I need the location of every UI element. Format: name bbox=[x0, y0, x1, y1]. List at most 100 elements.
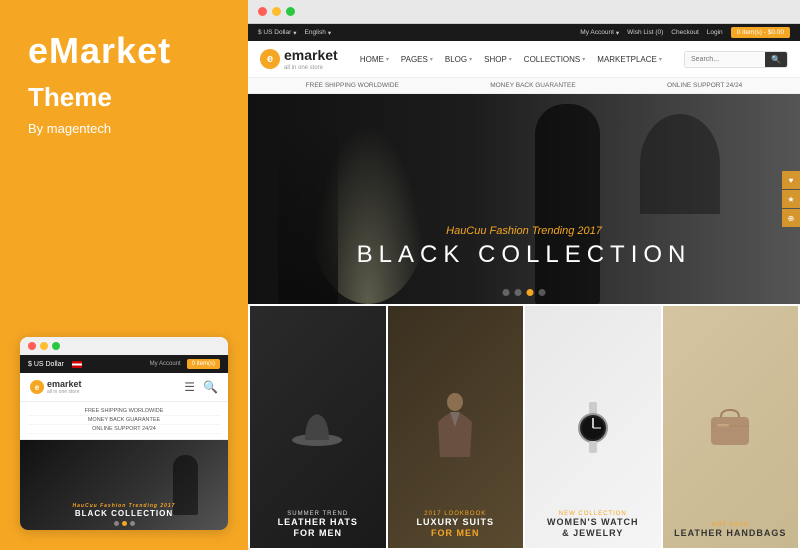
hero-script-text: HauCuu Fashion Trending 2017 bbox=[357, 225, 692, 237]
mobile-topbar-left: $ US Dollar bbox=[28, 361, 82, 368]
topbar-left: $ US Dollar ▾ English ▾ bbox=[258, 29, 331, 37]
menu-marketplace[interactable]: MARKETPLACE ▾ bbox=[597, 55, 662, 64]
hero-dot-3[interactable] bbox=[527, 289, 534, 296]
mobile-nav-icons[interactable]: ☰ 🔍 bbox=[184, 380, 218, 394]
minimize-dot bbox=[40, 342, 48, 350]
logo-icon: e bbox=[260, 49, 280, 69]
site-tagline-bar: FREE SHIPPING WORLDWIDE MONEY BACK GUARA… bbox=[248, 78, 800, 94]
menu-blog[interactable]: BLOG ▾ bbox=[445, 55, 472, 64]
mobile-tagline-2: MONEY BACK GUARANTEE bbox=[28, 416, 220, 425]
language-selector[interactable]: English ▾ bbox=[305, 29, 332, 37]
lang-chevron: ▾ bbox=[328, 29, 331, 37]
home-chevron: ▾ bbox=[386, 56, 389, 63]
hero-dot-4[interactable] bbox=[539, 289, 546, 296]
mobile-tagline-1: FREE SHIPPING WORLDWIDE bbox=[28, 407, 220, 416]
site-topbar: $ US Dollar ▾ English ▾ My Account ▾ Wis… bbox=[248, 24, 800, 41]
tagline-3: ONLINE SUPPORT 24/24 bbox=[667, 82, 742, 89]
hero-dot-1[interactable] bbox=[503, 289, 510, 296]
shop-chevron: ▾ bbox=[509, 56, 512, 63]
currency-selector[interactable]: $ US Dollar ▾ bbox=[258, 29, 297, 37]
product-tile-suits[interactable]: 2017 Lookbook LUXURY SUITSFOR MEN bbox=[388, 306, 524, 548]
flag-icon bbox=[72, 361, 82, 368]
mobile-cart[interactable]: 0 item(s) bbox=[187, 359, 220, 369]
browser-close-dot[interactable] bbox=[258, 7, 267, 16]
site-search[interactable]: 🔍 bbox=[684, 51, 788, 68]
person-silhouette bbox=[535, 104, 600, 304]
product-tile-handbags[interactable]: Hot Sale LEATHER HANDBAGS bbox=[663, 306, 799, 548]
mobile-currency: $ US Dollar bbox=[28, 361, 64, 368]
theme-label: Theme bbox=[28, 82, 220, 113]
site-hero: HauCuu Fashion Trending 2017 BLACK COLLE… bbox=[248, 94, 800, 304]
account-link[interactable]: My Account ▾ bbox=[580, 29, 619, 37]
wishlist-link[interactable]: Wish List (0) bbox=[627, 29, 663, 36]
mobile-topbar: $ US Dollar My Account 0 item(s) bbox=[20, 355, 228, 373]
search-button[interactable]: 🔍 bbox=[765, 52, 787, 67]
suit-svg bbox=[428, 392, 483, 462]
tile-handbags-title: LEATHER HANDBAGS bbox=[663, 528, 799, 540]
browser-maximize-dot[interactable] bbox=[286, 7, 295, 16]
hero-dot-2 bbox=[122, 521, 127, 526]
topbar-right: My Account ▾ Wish List (0) Checkout Logi… bbox=[580, 27, 790, 38]
menu-pages[interactable]: PAGES ▾ bbox=[401, 55, 433, 64]
hero-dot-3 bbox=[130, 521, 135, 526]
tagline-2: MONEY BACK GUARANTEE bbox=[490, 82, 575, 89]
mobile-hero-text: HauCuu Fashion Trending 2017 BLACK COLLE… bbox=[73, 503, 176, 518]
account-chevron: ▾ bbox=[616, 29, 619, 37]
side-btn-2[interactable]: ★ bbox=[782, 190, 800, 208]
tile-watch-label: New Collection WOMEN'S WATCH& JEWELRY bbox=[525, 511, 661, 540]
product-grid: Summer Trend LEATHER HATSFOR MEN 2017 Lo… bbox=[248, 304, 800, 550]
mobile-hero-dots bbox=[114, 521, 135, 526]
tile-handbags-label: Hot Sale LEATHER HANDBAGS bbox=[663, 522, 799, 540]
menu-collections[interactable]: COLLECTIONS ▾ bbox=[524, 55, 585, 64]
tile-watch-title: WOMEN'S WATCH& JEWELRY bbox=[525, 517, 661, 540]
product-tile-hats[interactable]: Summer Trend LEATHER HATSFOR MEN bbox=[250, 306, 386, 548]
mobile-window-controls bbox=[20, 337, 228, 355]
tagline-1: FREE SHIPPING WORLDWIDE bbox=[306, 82, 399, 89]
handbag-svg bbox=[703, 402, 758, 452]
mobile-logo-text: emarket bbox=[47, 379, 82, 389]
site-nav: e emarket all in one store HOME ▾ PAGES … bbox=[248, 41, 800, 78]
mobile-hero-main: BLACK COLLECTION bbox=[73, 509, 176, 518]
checkout-link[interactable]: Checkout bbox=[671, 29, 698, 36]
mobile-preview-card: $ US Dollar My Account 0 item(s) e emark… bbox=[20, 337, 228, 530]
hamburger-icon[interactable]: ☰ bbox=[184, 380, 195, 394]
tile-handbags-bg bbox=[663, 306, 799, 548]
collections-chevron: ▾ bbox=[582, 56, 585, 63]
search-icon[interactable]: 🔍 bbox=[203, 380, 218, 394]
mobile-hero-figure bbox=[173, 455, 198, 515]
currency-chevron: ▾ bbox=[293, 29, 296, 37]
product-tile-watch[interactable]: New Collection WOMEN'S WATCH& JEWELRY bbox=[525, 306, 661, 548]
maximize-dot bbox=[52, 342, 60, 350]
mobile-logo-text-wrap: emarket all in one store bbox=[47, 379, 82, 395]
mobile-taglines: FREE SHIPPING WORLDWIDE MONEY BACK GUARA… bbox=[20, 402, 228, 440]
hero-dot-2[interactable] bbox=[515, 289, 522, 296]
side-btn-1[interactable]: ♥ bbox=[782, 171, 800, 189]
browser-chrome bbox=[248, 0, 800, 24]
tile-suits-label: 2017 Lookbook LUXURY SUITSFOR MEN bbox=[388, 511, 524, 540]
login-link[interactable]: Login bbox=[707, 29, 723, 36]
browser-minimize-dot[interactable] bbox=[272, 7, 281, 16]
menu-home[interactable]: HOME ▾ bbox=[360, 55, 389, 64]
umbrella-silhouette bbox=[640, 114, 720, 214]
mobile-logo-sub: all in one store bbox=[47, 389, 82, 395]
close-dot bbox=[28, 342, 36, 350]
search-input[interactable] bbox=[685, 53, 765, 66]
tile-suits-title: LUXURY SUITSFOR MEN bbox=[388, 517, 524, 540]
logo-sub: all in one store bbox=[284, 65, 338, 71]
by-author: By magentech bbox=[28, 121, 220, 136]
tile-hats-title: LEATHER HATSFOR MEN bbox=[250, 517, 386, 540]
tile-hats-label: Summer Trend LEATHER HATSFOR MEN bbox=[250, 511, 386, 540]
menu-shop[interactable]: SHOP ▾ bbox=[484, 55, 512, 64]
site-menu: HOME ▾ PAGES ▾ BLOG ▾ SHOP ▾ COLLECTIONS bbox=[360, 55, 662, 64]
cart-button[interactable]: 0 item(s) - $0.00 bbox=[731, 27, 790, 38]
right-panel: $ US Dollar ▾ English ▾ My Account ▾ Wis… bbox=[248, 0, 800, 550]
side-btn-3[interactable]: ⊕ bbox=[782, 209, 800, 227]
mobile-hero: HauCuu Fashion Trending 2017 BLACK COLLE… bbox=[20, 440, 228, 530]
hero-side-buttons[interactable]: ♥ ★ ⊕ bbox=[782, 171, 800, 227]
logo-text: emarket bbox=[284, 47, 338, 63]
logo-text-wrap: emarket all in one store bbox=[284, 47, 338, 71]
site-logo: e emarket all in one store bbox=[260, 47, 338, 71]
mobile-header: e emarket all in one store ☰ 🔍 bbox=[20, 373, 228, 402]
hero-text-overlay: HauCuu Fashion Trending 2017 BLACK COLLE… bbox=[357, 225, 692, 269]
mobile-tagline-3: ONLINE SUPPORT 24/24 bbox=[28, 425, 220, 434]
